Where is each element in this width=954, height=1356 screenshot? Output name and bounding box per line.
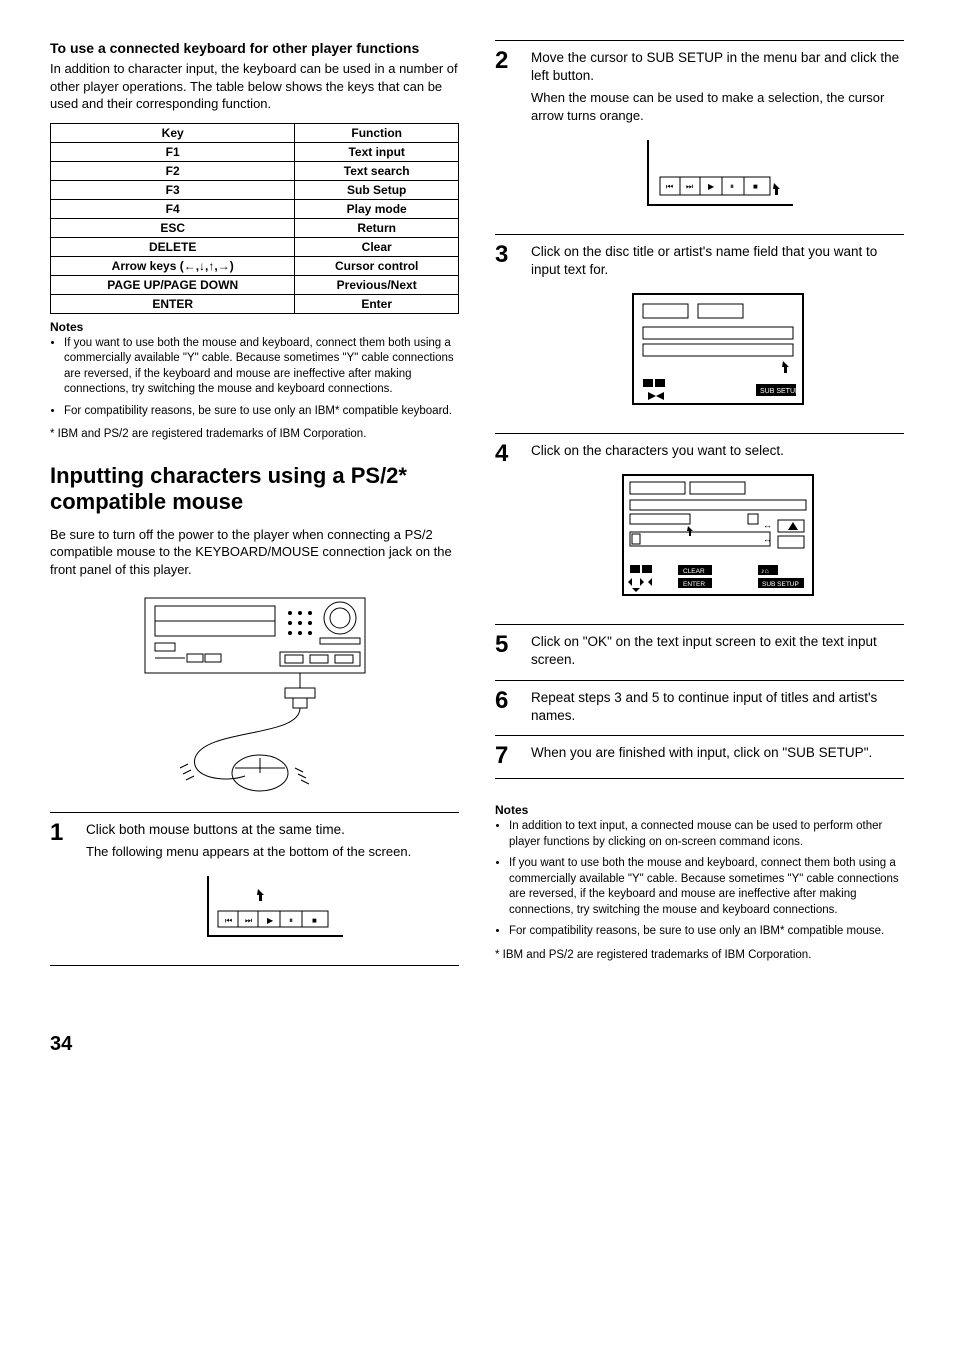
step-4: 4 Click on the characters you want to se…	[495, 433, 904, 624]
step-1: 1 Click both mouse buttons at the same t…	[50, 812, 459, 965]
step-number: 6	[495, 689, 517, 725]
list-item: If you want to use both the mouse and ke…	[509, 856, 904, 918]
list-item: For compatibility reasons, be sure to us…	[64, 404, 459, 420]
svg-text:ENTER: ENTER	[683, 581, 705, 588]
step-7: 7 When you are finished with input, clic…	[495, 735, 904, 779]
step-number: 3	[495, 243, 517, 423]
svg-text:▶: ▶	[267, 916, 274, 925]
step-6-text: Repeat steps 3 and 5 to continue input o…	[531, 690, 877, 723]
notes-heading-right: Notes	[495, 803, 904, 817]
step-2: 2 Move the cursor to SUB SETUP in the me…	[495, 40, 904, 234]
svg-text:⏮: ⏮	[225, 916, 232, 925]
step-1-diagram: ⏮ ⏭ ▶ ⏸ ■	[86, 871, 459, 941]
key-function-table: Key Function F1Text input F2Text search …	[50, 123, 459, 314]
table-row: F3Sub Setup	[51, 180, 459, 199]
th-key: Key	[51, 123, 295, 142]
table-row: F1Text input	[51, 142, 459, 161]
svg-text:SUB SETUP: SUB SETUP	[762, 581, 799, 588]
table-row: F4Play mode	[51, 199, 459, 218]
table-row: Arrow keys (←,↓,↑,→)Cursor control	[51, 256, 459, 275]
svg-text:■: ■	[753, 182, 758, 191]
step-2-text: Move the cursor to SUB SETUP in the menu…	[531, 50, 899, 83]
step-number: 5	[495, 633, 517, 669]
ibm-footnote-left: * IBM and PS/2 are registered trademarks…	[50, 427, 459, 443]
keyboard-intro-text: In addition to character input, the keyb…	[50, 60, 459, 113]
svg-text:⏸: ⏸	[730, 182, 734, 191]
table-row: ENTEREnter	[51, 294, 459, 313]
step-number: 1	[50, 821, 72, 955]
step-7-text: When you are finished with input, click …	[531, 745, 872, 760]
ibm-footnote-right: * IBM and PS/2 are registered trademarks…	[495, 948, 904, 964]
step-number: 4	[495, 442, 517, 614]
step-1-subtext: The following menu appears at the bottom…	[86, 843, 459, 861]
svg-text:CLEAR: CLEAR	[683, 568, 705, 575]
step-4-diagram: ↔ ↔ CLEAR ENTER	[531, 470, 904, 600]
svg-text:⏮: ⏮	[666, 182, 673, 191]
list-item: For compatibility reasons, be sure to us…	[509, 924, 904, 940]
step-5-text: Click on "OK" on the text input screen t…	[531, 634, 877, 667]
th-function: Function	[295, 123, 459, 142]
step-3-diagram: SUB SETUP	[531, 289, 904, 409]
svg-text:↔: ↔	[763, 534, 772, 544]
notes-heading-left: Notes	[50, 320, 459, 334]
svg-text:↔: ↔	[763, 520, 772, 530]
player-mouse-diagram	[50, 588, 459, 798]
svg-text:■: ■	[312, 916, 317, 925]
step-3-text: Click on the disc title or artist's name…	[531, 244, 877, 277]
step-2-diagram: ⏮ ⏭ ▶ ⏸ ■	[531, 135, 904, 210]
step-3: 3 Click on the disc title or artist's na…	[495, 234, 904, 433]
notes-list-left: If you want to use both the mouse and ke…	[50, 336, 459, 420]
list-item: If you want to use both the mouse and ke…	[64, 336, 459, 398]
step-number: 7	[495, 744, 517, 768]
step-2-subtext: When the mouse can be used to make a sel…	[531, 89, 904, 124]
svg-text:▶: ▶	[708, 182, 715, 191]
step-4-text: Click on the characters you want to sele…	[531, 443, 784, 458]
svg-text:⏸: ⏸	[289, 916, 293, 925]
step-number: 2	[495, 49, 517, 224]
keyboard-other-functions-heading: To use a connected keyboard for other pl…	[50, 40, 459, 56]
mouse-section-intro: Be sure to turn off the power to the pla…	[50, 526, 459, 579]
step-1-text: Click both mouse buttons at the same tim…	[86, 822, 345, 837]
list-item: In addition to text input, a connected m…	[509, 819, 904, 850]
mouse-section-heading: Inputting characters using a PS/2* compa…	[50, 463, 459, 516]
table-row: F2Text search	[51, 161, 459, 180]
svg-text:⏭: ⏭	[686, 182, 693, 191]
step-6: 6 Repeat steps 3 and 5 to continue input…	[495, 680, 904, 735]
svg-text:♪⌂: ♪⌂	[761, 568, 769, 575]
notes-list-right: In addition to text input, a connected m…	[495, 819, 904, 940]
table-row: ESCReturn	[51, 218, 459, 237]
page-number: 34	[50, 1033, 904, 1056]
step-5: 5 Click on "OK" on the text input screen…	[495, 624, 904, 679]
table-row: DELETEClear	[51, 237, 459, 256]
table-row: PAGE UP/PAGE DOWNPrevious/Next	[51, 275, 459, 294]
svg-text:SUB SETUP: SUB SETUP	[760, 388, 800, 395]
svg-text:⏭: ⏭	[245, 916, 252, 925]
